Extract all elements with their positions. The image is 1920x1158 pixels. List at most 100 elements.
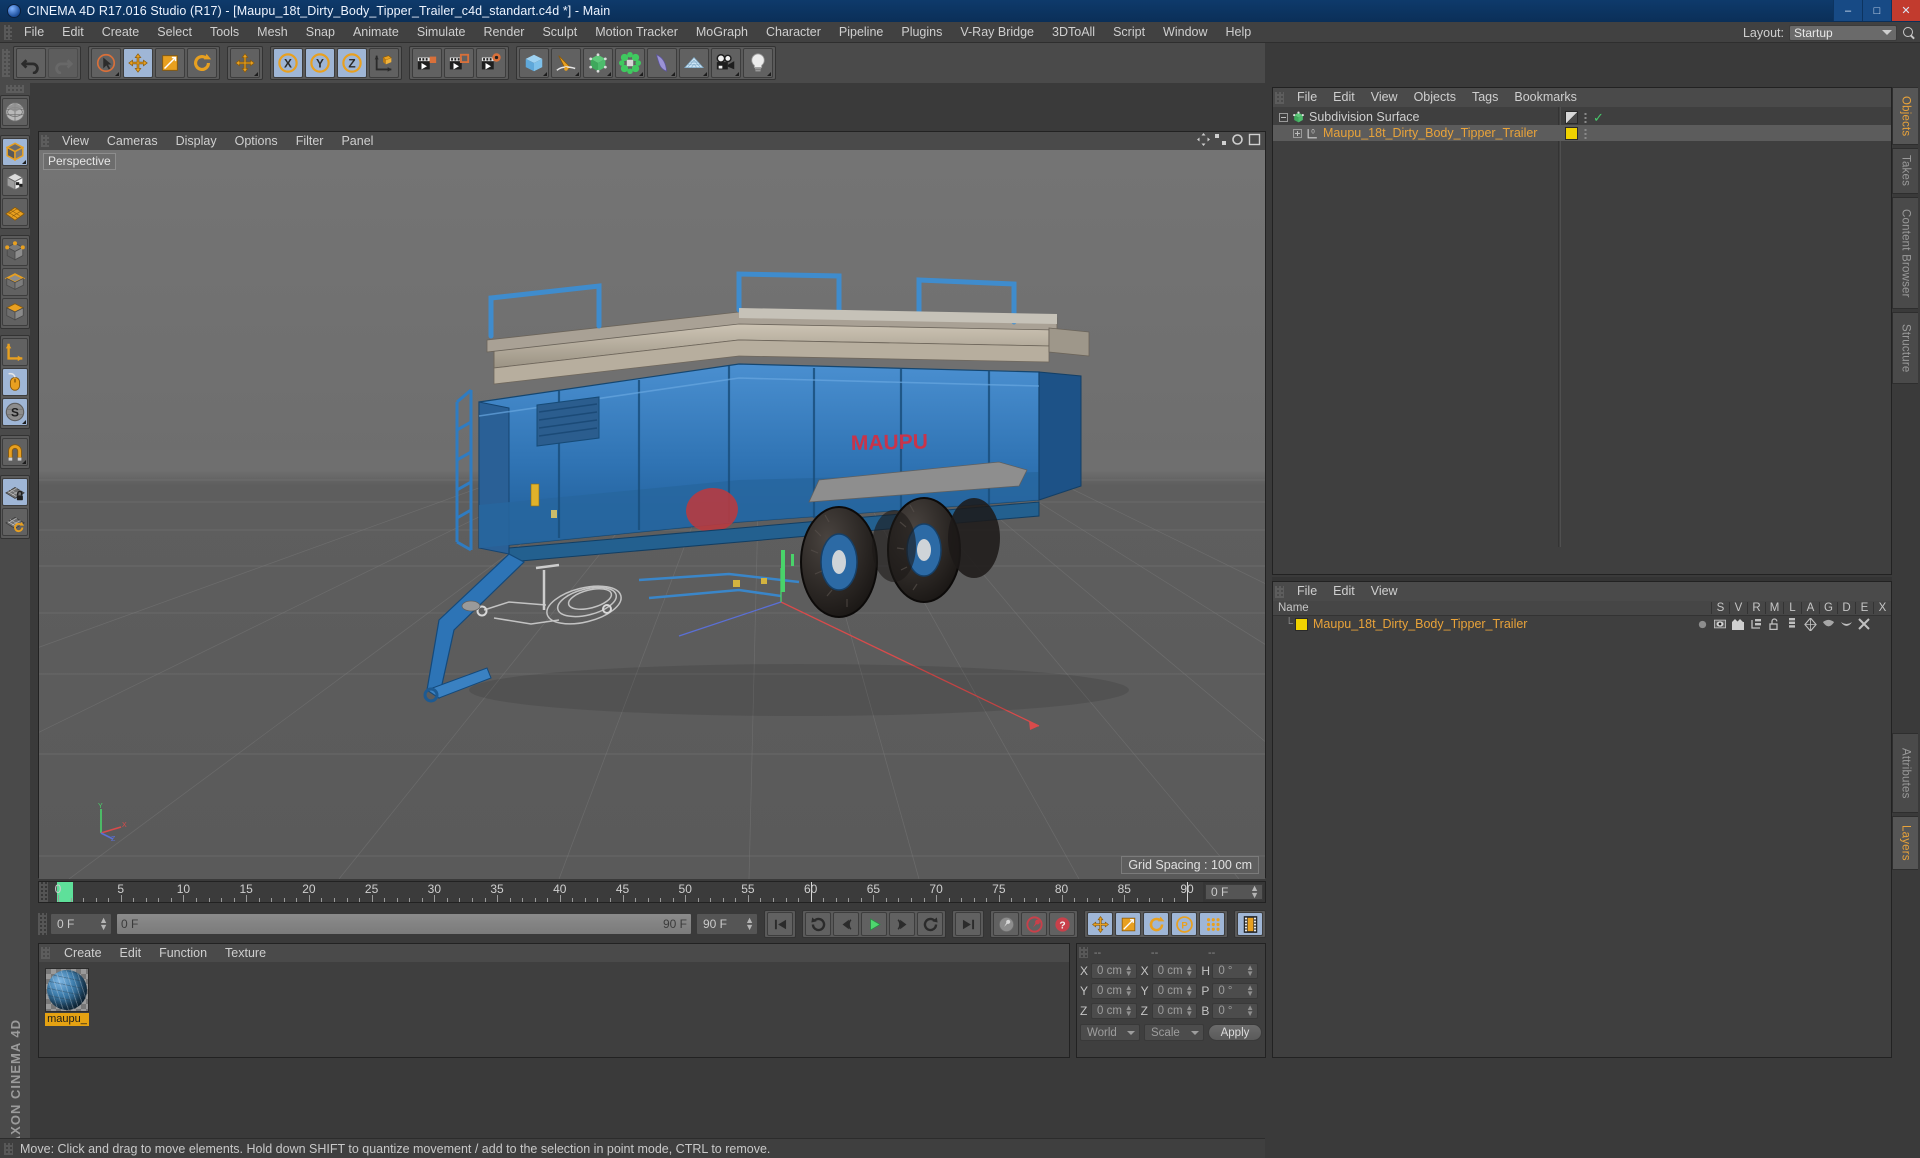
layer-column-s[interactable]: S	[1711, 602, 1729, 614]
layer-column-l[interactable]: L	[1783, 602, 1801, 614]
coord-position-field[interactable]: 0 cm ▲ ▼	[1091, 1003, 1137, 1019]
enable-axis-modification-button[interactable]: S	[2, 398, 28, 426]
viewport-menu-view[interactable]: View	[53, 132, 98, 150]
record-scale-button[interactable]	[1115, 912, 1141, 936]
tab-takes[interactable]: Takes	[1892, 148, 1918, 194]
menu-v-ray-bridge[interactable]: V-Ray Bridge	[951, 22, 1043, 43]
viewport-menu-panel[interactable]: Panel	[332, 132, 382, 150]
flyout-corner-icon[interactable]	[115, 72, 119, 76]
timeline-grip[interactable]	[39, 882, 48, 902]
playback-grip[interactable]	[38, 913, 47, 935]
spinner-icon[interactable]: ▲ ▼	[1246, 984, 1254, 998]
current-frame-field[interactable]: 0 F ▲ ▼	[50, 913, 112, 935]
coord-rotation-field[interactable]: 0 ° ▲ ▼	[1212, 983, 1259, 999]
autokeying-button[interactable]	[1021, 912, 1047, 936]
redo-button[interactable]	[48, 48, 78, 78]
object-menu-bookmarks[interactable]: Bookmarks	[1506, 88, 1585, 107]
timeline-frame-field[interactable]: 0 F ▲ ▼	[1205, 884, 1263, 900]
tab-attributes[interactable]: Attributes	[1892, 733, 1918, 813]
object-menu-view[interactable]: View	[1363, 88, 1406, 107]
yellow-layer-swatch[interactable]	[1565, 126, 1578, 140]
menu-edit[interactable]: Edit	[53, 22, 93, 43]
expression-icon[interactable]	[1837, 620, 1855, 629]
scale-view-icon[interactable]	[1214, 133, 1227, 146]
spinner-icon[interactable]: ▲ ▼	[1185, 984, 1193, 998]
move-view-icon[interactable]	[1197, 133, 1210, 146]
visible-eye-icon[interactable]	[1711, 619, 1729, 629]
rotate-tool[interactable]	[187, 48, 217, 78]
flyout-corner-icon[interactable]	[703, 72, 707, 76]
viewport-menu-grip[interactable]	[41, 135, 49, 147]
menu-grip[interactable]	[4, 24, 12, 40]
flyout-corner-icon[interactable]	[254, 72, 258, 76]
coord-rotation-field[interactable]: 0 ° ▲ ▼	[1212, 1003, 1259, 1019]
coord-size-field[interactable]: 0 cm ▲ ▼	[1151, 963, 1198, 979]
flyout-corner-icon[interactable]	[767, 72, 771, 76]
timeline-toggle-button[interactable]	[1237, 912, 1263, 936]
viewport-camera-label[interactable]: Perspective	[43, 153, 116, 170]
manager-tree-icon[interactable]	[1747, 618, 1765, 630]
coord-size-field[interactable]: 0 cm ▲ ▼	[1151, 1003, 1198, 1019]
apply-button[interactable]: Apply	[1208, 1024, 1262, 1041]
layer-column-x[interactable]: X	[1873, 602, 1891, 614]
viewport-menu-filter[interactable]: Filter	[287, 132, 333, 150]
menu-snap[interactable]: Snap	[297, 22, 344, 43]
menu-render[interactable]: Render	[474, 22, 533, 43]
spinner-icon[interactable]: ▲ ▼	[1125, 964, 1133, 978]
layer-menu-view[interactable]: View	[1363, 582, 1406, 601]
spinner-icon[interactable]: ▲ ▼	[745, 916, 754, 932]
menu-motion-tracker[interactable]: Motion Tracker	[586, 22, 687, 43]
layer-menu-edit[interactable]: Edit	[1325, 582, 1363, 601]
minimize-button[interactable]: –	[1833, 0, 1862, 21]
xpresso-icon[interactable]	[1855, 618, 1873, 630]
menu-help[interactable]: Help	[1217, 22, 1261, 43]
menu-character[interactable]: Character	[757, 22, 830, 43]
coordinate-system-dropdown[interactable]: World	[1080, 1024, 1140, 1041]
go-to-start-button[interactable]	[767, 912, 793, 936]
flyout-corner-icon[interactable]	[639, 72, 643, 76]
menu-mograph[interactable]: MoGraph	[687, 22, 757, 43]
object-axis-mode-button[interactable]	[2, 338, 28, 366]
lock-workplane-button[interactable]	[2, 478, 28, 506]
object-menu-objects[interactable]: Objects	[1406, 88, 1464, 107]
record-rotation-button[interactable]	[1143, 912, 1169, 936]
lock-y-axis[interactable]: Y	[305, 48, 335, 78]
render-clapper-icon[interactable]	[1729, 618, 1747, 630]
add-mograph-button[interactable]	[615, 48, 645, 78]
layer-column-e[interactable]: E	[1855, 602, 1873, 614]
material-list[interactable]: maupu_	[39, 962, 1069, 1032]
coordinate-mode-dropdown[interactable]: Scale	[1144, 1024, 1204, 1041]
subdivision-tag-swatch[interactable]	[1565, 110, 1578, 124]
scale-tool[interactable]	[155, 48, 185, 78]
menu-create[interactable]: Create	[93, 22, 149, 43]
generator-icon[interactable]	[1801, 617, 1819, 631]
layer-column-a[interactable]: A	[1801, 602, 1819, 614]
solo-dot-icon[interactable]	[1693, 619, 1711, 630]
add-cube-button[interactable]	[519, 48, 549, 78]
viewport-menu-options[interactable]: Options	[226, 132, 287, 150]
object-menu-file[interactable]: File	[1289, 88, 1325, 107]
coordinates-grip[interactable]	[1079, 947, 1088, 958]
flyout-corner-icon[interactable]	[543, 72, 547, 76]
layer-row[interactable]: └ Maupu_18t_Dirty_Body_Tipper_Trailer	[1273, 616, 1891, 632]
drag-tool[interactable]	[230, 48, 260, 78]
add-spline-button[interactable]	[551, 48, 581, 78]
layer-column-d[interactable]: D	[1837, 602, 1855, 614]
lock-x-axis[interactable]: X	[273, 48, 303, 78]
live-selection-tool[interactable]	[91, 48, 121, 78]
object-tree[interactable]: Subdivision Surface ✓ 0 Maupu_18t_Dirty_Bod…	[1273, 107, 1891, 547]
material-menu-create[interactable]: Create	[55, 944, 111, 962]
spinner-icon[interactable]: ▲ ▼	[1185, 1004, 1193, 1018]
menu-simulate[interactable]: Simulate	[408, 22, 475, 43]
preview-range-slider[interactable]: 0 F 90 F	[116, 913, 692, 935]
end-frame-field[interactable]: 90 F ▲ ▼	[696, 913, 758, 935]
tab-layers[interactable]: Layers	[1892, 816, 1918, 870]
record-pla-button[interactable]: P	[1171, 912, 1197, 936]
viewport-menu-display[interactable]: Display	[167, 132, 226, 150]
maximize-button[interactable]: □	[1862, 0, 1891, 21]
lock-z-axis[interactable]: Z	[337, 48, 367, 78]
flyout-corner-icon[interactable]	[671, 72, 675, 76]
undo-button[interactable]	[16, 48, 46, 78]
expander-toggle[interactable]	[1279, 112, 1288, 122]
maximize-view-icon[interactable]	[1248, 133, 1261, 146]
